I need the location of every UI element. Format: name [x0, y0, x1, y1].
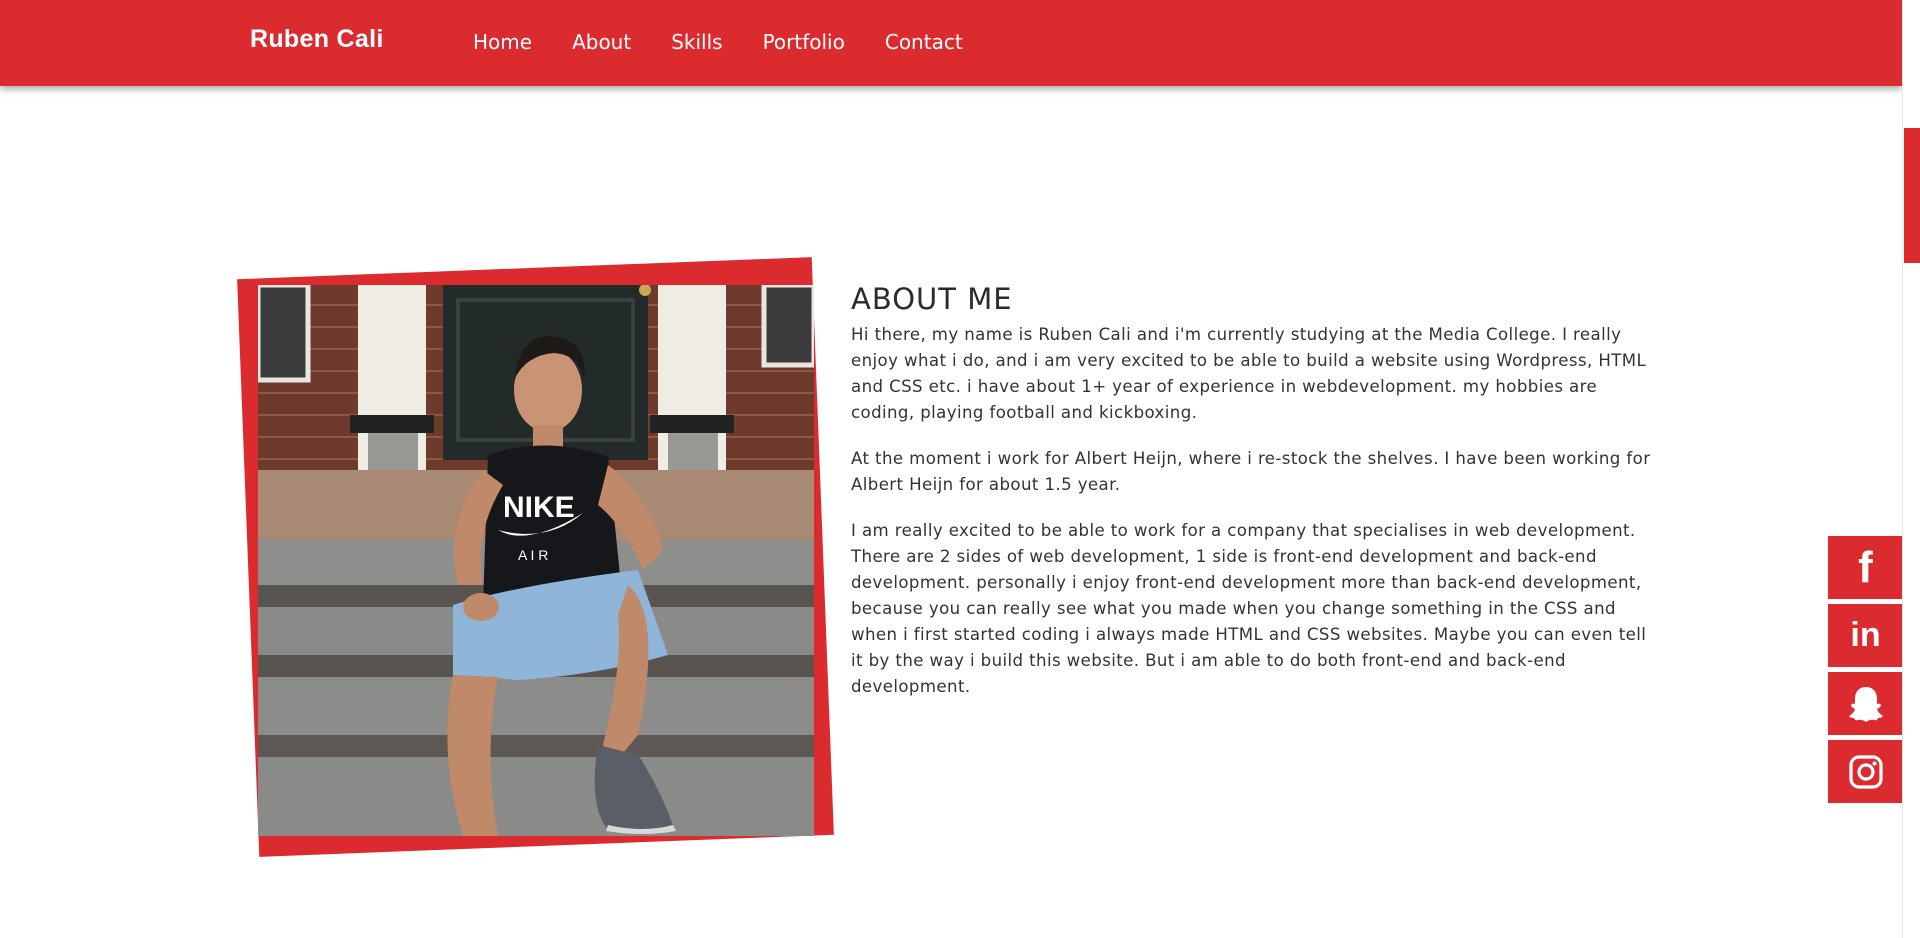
- shirt-text: NIKE: [503, 491, 575, 524]
- instagram-icon: [1848, 754, 1883, 789]
- about-paragraph-3: I am really excited to be able to work f…: [851, 521, 1647, 696]
- snapchat-icon: [1848, 686, 1883, 722]
- about-paragraph-2: At the moment i work for Albert Heijn, w…: [851, 449, 1651, 494]
- nav-link-home[interactable]: Home: [473, 30, 532, 54]
- brand-logo[interactable]: Ruben Cali: [250, 25, 384, 54]
- scrollbar[interactable]: [1902, 0, 1920, 938]
- about-section: ABOUT ME Hi there, my name is Ruben Cali…: [851, 282, 1651, 720]
- shirt-subtext: A I R: [518, 547, 548, 563]
- linkedin-button[interactable]: in: [1828, 604, 1903, 667]
- main-nav: Home About Skills Portfolio Contact: [473, 30, 963, 54]
- nav-link-contact[interactable]: Contact: [885, 30, 963, 54]
- snapchat-button[interactable]: [1828, 672, 1903, 735]
- nav-link-skills[interactable]: Skills: [671, 30, 722, 54]
- scrollbar-thumb[interactable]: [1904, 128, 1920, 263]
- profile-photo: NIKE A I R: [258, 285, 814, 836]
- instagram-button[interactable]: [1828, 740, 1903, 803]
- social-sidebar: f in: [1828, 536, 1903, 808]
- nav-link-portfolio[interactable]: Portfolio: [763, 30, 845, 54]
- profile-photo-illustration: NIKE A I R: [258, 285, 814, 836]
- nav-link-about[interactable]: About: [572, 30, 631, 54]
- linkedin-icon: in: [1850, 616, 1881, 654]
- facebook-icon: f: [1858, 542, 1873, 592]
- facebook-button[interactable]: f: [1828, 536, 1903, 599]
- navbar: Ruben Cali Home About Skills Portfolio C…: [0, 0, 1902, 86]
- about-title: ABOUT ME: [851, 282, 1013, 316]
- page: Ruben Cali Home About Skills Portfolio C…: [0, 0, 1920, 938]
- about-paragraph-1: Hi there, my name is Ruben Cali and i'm …: [851, 325, 1647, 422]
